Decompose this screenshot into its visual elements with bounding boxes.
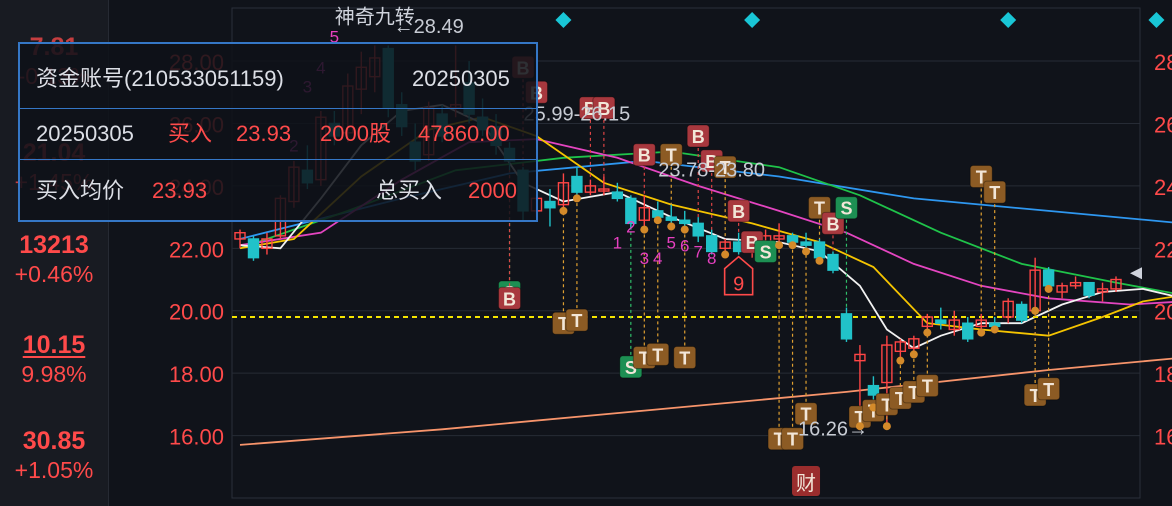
turn-dot bbox=[653, 216, 662, 225]
nine-turn-count: 7 bbox=[693, 243, 702, 262]
turn-dot bbox=[788, 241, 797, 250]
turn-dot bbox=[896, 356, 905, 365]
chart-annotation: 16.26→ bbox=[798, 419, 868, 441]
marker-b-label: B bbox=[732, 202, 745, 222]
candle-body bbox=[786, 235, 799, 243]
y-tick-label: 20.00 bbox=[169, 300, 224, 325]
candle-body bbox=[935, 319, 947, 324]
account-row: 资金账号(210533051159) 20250305 bbox=[20, 52, 536, 106]
nine-turn-count: 2 bbox=[626, 218, 635, 237]
candle-body bbox=[611, 191, 624, 200]
marker-t-label: T bbox=[989, 183, 1000, 203]
avg-price-value: 23.93 bbox=[152, 178, 208, 203]
turn-dot bbox=[559, 206, 568, 215]
candle-body bbox=[1042, 269, 1055, 287]
candle-body bbox=[692, 222, 704, 237]
signal-diamond-icon bbox=[555, 12, 572, 28]
candle-body bbox=[665, 216, 677, 221]
marker-s-label: S bbox=[840, 199, 852, 219]
turn-dot bbox=[1031, 306, 1040, 315]
candle-body bbox=[571, 175, 583, 193]
y-tick-label-right: 24 bbox=[1154, 175, 1172, 200]
nine-turn-count: 5 bbox=[667, 233, 676, 252]
y-tick-label-right: 28 bbox=[1154, 50, 1172, 75]
candle-body bbox=[800, 241, 812, 246]
marker-b-label: B bbox=[638, 146, 651, 166]
candle-body bbox=[247, 238, 260, 259]
turn-dot bbox=[977, 328, 986, 337]
nine-turn-count: 4 bbox=[653, 249, 662, 268]
chart-annotation: ←28.49 bbox=[394, 16, 464, 38]
turn-dot bbox=[815, 256, 824, 265]
candle-body bbox=[840, 313, 853, 340]
trade-action: 买入 bbox=[168, 121, 213, 146]
turn-dot bbox=[680, 225, 689, 234]
total-buy-label: 总买入 bbox=[376, 178, 443, 203]
nine-turn-count: 3 bbox=[640, 249, 649, 268]
current-price-arrow-icon bbox=[1130, 267, 1142, 280]
summary-row: 买入均价 23.93 总买入 2000 bbox=[20, 164, 536, 218]
signal-diamond-icon bbox=[744, 12, 761, 28]
turn-dot bbox=[990, 325, 999, 334]
candle-body bbox=[1083, 281, 1095, 296]
turn-dot bbox=[802, 247, 811, 256]
turn-dot bbox=[923, 328, 932, 337]
turn-dot bbox=[640, 225, 649, 234]
chart-annotation: 23.78-23.80 bbox=[658, 160, 765, 182]
nine-turn-count: 8 bbox=[707, 249, 716, 268]
signal-diamond-icon bbox=[1148, 12, 1165, 28]
candle-body bbox=[1015, 303, 1028, 321]
signal-diamond-icon bbox=[1000, 12, 1017, 28]
turn-dot bbox=[1044, 284, 1053, 293]
nine-turn-count: 6 bbox=[680, 236, 689, 255]
turn-dot bbox=[775, 241, 784, 250]
turn-dot bbox=[882, 422, 891, 431]
avg-price-label: 买入均价 bbox=[36, 178, 125, 203]
candle-body bbox=[827, 253, 839, 271]
candle-body bbox=[652, 210, 664, 218]
marker-t-label: T bbox=[679, 349, 690, 369]
turn-dot bbox=[721, 250, 730, 259]
nine-turn-count: 1 bbox=[613, 233, 622, 252]
y-tick-label: 16.00 bbox=[169, 425, 224, 450]
y-tick-label: 22.00 bbox=[169, 237, 224, 262]
turn-dot bbox=[909, 350, 918, 359]
chart-annotation: 25.99-26.15 bbox=[524, 103, 631, 125]
y-tick-label-right: 16 bbox=[1154, 425, 1172, 450]
marker-t-label: T bbox=[1043, 380, 1054, 400]
y-tick-label-right: 22 bbox=[1154, 237, 1172, 262]
candle-body bbox=[962, 322, 974, 340]
trade-date: 20250305 bbox=[36, 121, 134, 146]
y-tick-label: 18.00 bbox=[169, 362, 224, 387]
marker-t-label: T bbox=[652, 345, 663, 365]
candle-body bbox=[813, 241, 826, 259]
marker-t-label: T bbox=[571, 311, 582, 331]
total-buy-value: 2000 bbox=[468, 178, 517, 203]
candle-body bbox=[679, 219, 691, 225]
marker-t-label: T bbox=[922, 377, 933, 397]
y-tick-label-right: 18 bbox=[1154, 362, 1172, 387]
y-tick-label-right: 26 bbox=[1154, 112, 1172, 137]
trade-info-panel: 资金账号(210533051159) 20250305 20250305 买入 … bbox=[18, 42, 538, 222]
trade-amount: 47860.00 bbox=[418, 121, 510, 146]
marker-s-label: S bbox=[760, 242, 772, 262]
trade-qty: 2000股 bbox=[320, 121, 391, 146]
turn-dot bbox=[572, 194, 581, 203]
turn-dot bbox=[667, 222, 676, 231]
marker-b-label: B bbox=[692, 127, 705, 147]
marker-t-label: T bbox=[787, 430, 798, 450]
candle-body bbox=[544, 200, 556, 209]
account-label: 资金账号(210533051159) bbox=[36, 66, 284, 91]
trade-price: 23.93 bbox=[236, 121, 292, 146]
trade-row: 20250305 买入 23.93 2000股 47860.00 bbox=[20, 108, 536, 160]
header-date: 20250305 bbox=[412, 66, 510, 91]
marker-b-label: B bbox=[503, 289, 516, 309]
nine-turn-final-count: 9 bbox=[733, 274, 744, 296]
finance-marker-label: 财 bbox=[796, 472, 816, 495]
